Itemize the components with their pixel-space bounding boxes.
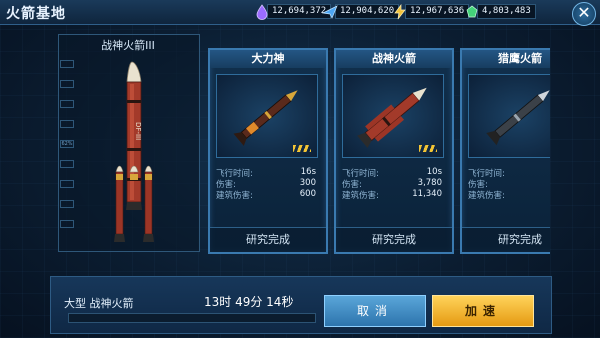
rail-tick xyxy=(60,120,74,128)
cancel-button[interactable]: 取消 xyxy=(324,295,426,327)
rocket-card[interactable]: 猎鹰火箭 飞行时间: 伤害: 建筑伤害: 研究完成 xyxy=(460,48,550,254)
rocket-card-image xyxy=(216,74,318,158)
resource-value: 12,904,620 xyxy=(335,4,400,19)
card-title: 战神火箭 xyxy=(336,50,452,68)
rocket-card-image xyxy=(342,74,444,158)
build-progress-bar xyxy=(68,313,316,323)
card-status: 研究完成 xyxy=(210,227,326,252)
rocket-body-text: DF-III xyxy=(134,122,142,140)
top-bar: 火箭基地 12,694,372 12,904,620 12,967,636 4,… xyxy=(0,0,600,26)
card-title: 大力神 xyxy=(210,50,326,68)
rocket-card-list[interactable]: 大力神 飞行时间: 16s 伤害: 300 建筑伤害: 600 研究完成 战神火… xyxy=(204,44,550,256)
close-button[interactable]: ✕ xyxy=(572,2,596,26)
stat-row: 建筑伤害: 11,340 xyxy=(342,189,442,201)
rocket-card-image xyxy=(468,74,550,158)
rail-tick xyxy=(60,60,74,68)
rocket-card[interactable]: 战神火箭 飞行时间: 10s 伤害: 3,780 建筑伤害: 11,340 研究… xyxy=(334,48,454,254)
rail-tick xyxy=(60,80,74,88)
build-item-name: 大型 战神火箭 xyxy=(64,297,134,310)
crystal-icon xyxy=(254,3,270,20)
rocket-illustration: DF-III xyxy=(114,61,154,242)
card-status: 研究完成 xyxy=(336,227,452,252)
rail-tick xyxy=(60,180,74,188)
resource-value: 4,803,483 xyxy=(477,4,536,19)
resource-value: 12,967,636 xyxy=(405,4,470,19)
rail-tick: 62% xyxy=(60,140,74,148)
gem-icon xyxy=(464,4,480,20)
resource-gem: 4,803,483 xyxy=(464,3,536,20)
stat-row: 建筑伤害: 600 xyxy=(216,189,316,201)
rocket-name: 战神火箭III xyxy=(101,39,155,52)
card-title: 猎鹰火箭 xyxy=(462,50,550,68)
close-icon: ✕ xyxy=(577,3,591,22)
rail-tick xyxy=(60,200,74,208)
rail-tick xyxy=(60,160,74,168)
stat-row: 建筑伤害: xyxy=(468,191,505,201)
resource-energy: 12,967,636 xyxy=(392,3,470,20)
lightning-icon xyxy=(392,3,408,20)
rail-tick xyxy=(60,220,74,228)
resource-plane: 12,904,620 xyxy=(321,3,400,20)
warning-stripes xyxy=(419,145,437,152)
speed-up-button[interactable]: 加速 xyxy=(432,295,534,327)
card-status: 研究完成 xyxy=(462,227,550,252)
rail-tick xyxy=(60,100,74,108)
resource-crystal: 12,694,372 xyxy=(254,3,332,20)
paper-plane-icon xyxy=(321,4,338,20)
side-rail: 62% xyxy=(56,60,76,240)
build-time-remaining: 13时 49分 14秒 xyxy=(204,295,294,309)
warning-stripes xyxy=(293,145,311,152)
rocket-thumbnail xyxy=(486,90,550,146)
rocket-card[interactable]: 大力神 飞行时间: 16s 伤害: 300 建筑伤害: 600 研究完成 xyxy=(208,48,328,254)
page-title: 火箭基地 xyxy=(6,6,66,22)
